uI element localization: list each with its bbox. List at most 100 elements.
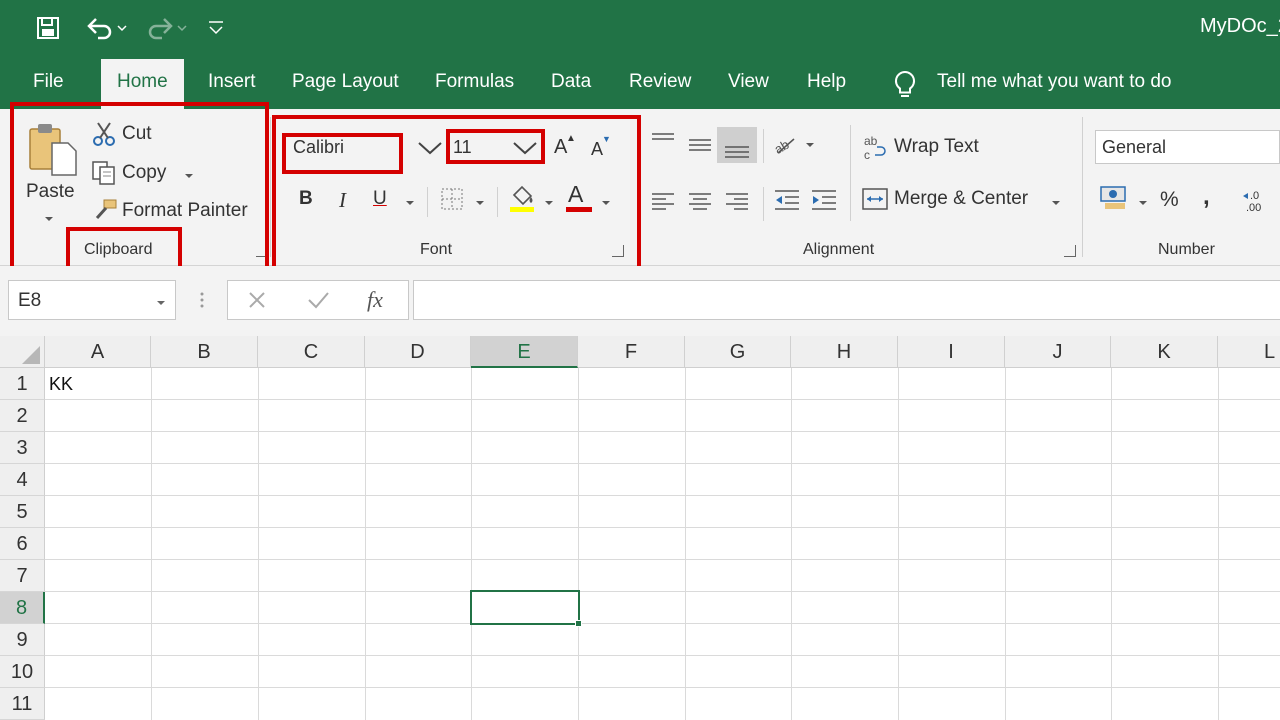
font-name-highlight-box [282, 133, 403, 174]
select-all-corner[interactable] [0, 336, 45, 368]
increase-indent-icon[interactable] [810, 187, 838, 218]
save-icon[interactable] [36, 16, 60, 45]
svg-text:.00: .00 [1246, 202, 1261, 213]
top-align-icon[interactable] [650, 131, 676, 160]
alignment-launcher-icon[interactable] [1064, 245, 1076, 257]
column-header-i[interactable]: I [898, 336, 1005, 368]
formula-bar-grip-icon[interactable] [198, 290, 206, 317]
gridline [685, 368, 686, 720]
gridline [1218, 368, 1219, 720]
decrease-indent-icon[interactable] [773, 187, 801, 218]
gridline [365, 368, 366, 720]
customize-quick-access-icon[interactable] [206, 18, 226, 43]
row-header-7[interactable]: 7 [0, 560, 45, 592]
gridline [45, 623, 1280, 624]
percent-style-button[interactable]: % [1160, 188, 1179, 212]
gridline [45, 591, 1280, 592]
tab-insert[interactable]: Insert [208, 71, 256, 93]
wrap-text-icon: ab c [863, 133, 889, 166]
ribbon: Paste Cut Copy Format Painter Clipboard … [0, 102, 1280, 274]
row-header-11[interactable]: 11 [0, 688, 45, 720]
gridline [45, 655, 1280, 656]
tab-view[interactable]: View [728, 71, 769, 93]
name-box-value: E8 [18, 290, 42, 311]
wrap-text-button[interactable]: Wrap Text [894, 136, 979, 158]
svg-text:ab: ab [772, 137, 792, 157]
comma-style-button[interactable]: , [1203, 183, 1210, 211]
bottom-align-button[interactable] [717, 127, 757, 163]
align-center-icon[interactable] [687, 189, 713, 218]
column-header-g[interactable]: G [685, 336, 791, 368]
accounting-format-icon[interactable] [1099, 185, 1129, 216]
gridline [578, 368, 579, 720]
active-cell-e8[interactable] [470, 590, 580, 625]
name-box-dropdown-icon[interactable] [155, 295, 167, 313]
tab-review[interactable]: Review [629, 71, 691, 93]
alignment-group-label: Alignment [803, 241, 875, 258]
gridline [1005, 368, 1006, 720]
column-header-f[interactable]: F [578, 336, 685, 368]
alignment-divider [763, 129, 764, 163]
tell-me-search[interactable]: Tell me what you want to do [937, 71, 1171, 93]
gridline [791, 368, 792, 720]
cell-a1[interactable]: KK [49, 374, 73, 395]
middle-align-icon[interactable] [687, 131, 713, 160]
column-header-c[interactable]: C [258, 336, 365, 368]
accounting-dropdown-icon[interactable] [1137, 195, 1149, 213]
formula-buttons: fx [227, 280, 409, 320]
formula-input[interactable] [413, 280, 1280, 320]
column-header-j[interactable]: J [1005, 336, 1111, 368]
row-header-1[interactable]: 1 [0, 368, 45, 400]
row-header-10[interactable]: 10 [0, 656, 45, 688]
name-box[interactable]: E8 [8, 280, 176, 320]
column-header-l[interactable]: L [1218, 336, 1280, 368]
row-header-5[interactable]: 5 [0, 496, 45, 528]
increase-decimal-icon[interactable]: .0.00 [1240, 187, 1274, 218]
gridline [258, 368, 259, 720]
cancel-entry-icon[interactable] [246, 289, 268, 316]
gridline [45, 463, 1280, 464]
tab-formulas[interactable]: Formulas [435, 71, 514, 93]
row-header-2[interactable]: 2 [0, 400, 45, 432]
number-group-label: Number [1158, 241, 1215, 258]
tab-page-layout[interactable]: Page Layout [292, 71, 399, 93]
gridline [898, 368, 899, 720]
svg-text:.0: .0 [1250, 190, 1259, 202]
clipboard-label-highlight-box [66, 227, 182, 271]
worksheet-grid[interactable]: A B C D E F G H I J K L 1 2 3 4 5 6 7 8 … [0, 336, 1280, 720]
formula-bar-area: E8 fx [0, 266, 1280, 336]
column-header-b[interactable]: B [151, 336, 258, 368]
merge-center-button[interactable]: Merge & Center [894, 188, 1028, 210]
column-header-h[interactable]: H [791, 336, 898, 368]
gridline [45, 559, 1280, 560]
orientation-icon[interactable]: ab [772, 131, 818, 164]
number-format-combo[interactable]: General [1095, 130, 1280, 164]
confirm-entry-icon[interactable] [306, 289, 330, 316]
row-header-3[interactable]: 3 [0, 432, 45, 464]
undo-icon[interactable] [84, 14, 128, 47]
alignment-divider [763, 187, 764, 221]
row-header-4[interactable]: 4 [0, 464, 45, 496]
tab-help[interactable]: Help [807, 71, 846, 93]
fill-handle[interactable] [575, 620, 582, 627]
column-header-d[interactable]: D [365, 336, 471, 368]
redo-icon[interactable] [144, 14, 188, 47]
gridline [151, 368, 152, 720]
merge-dropdown-icon[interactable] [1050, 195, 1062, 213]
merge-center-icon [862, 187, 888, 216]
insert-function-button[interactable]: fx [367, 287, 383, 313]
group-divider [1082, 117, 1083, 257]
row-header-8[interactable]: 8 [0, 592, 45, 624]
row-header-6[interactable]: 6 [0, 528, 45, 560]
tab-data[interactable]: Data [551, 71, 591, 93]
column-header-k[interactable]: K [1111, 336, 1218, 368]
tab-file[interactable]: File [33, 71, 64, 93]
title-bar: MyDOc_2 [0, 0, 1280, 57]
group-divider [270, 117, 271, 257]
column-header-e[interactable]: E [471, 336, 578, 368]
align-left-icon[interactable] [650, 189, 676, 218]
gridline [45, 527, 1280, 528]
align-right-icon[interactable] [724, 189, 750, 218]
row-header-9[interactable]: 9 [0, 624, 45, 656]
column-header-a[interactable]: A [45, 336, 151, 368]
